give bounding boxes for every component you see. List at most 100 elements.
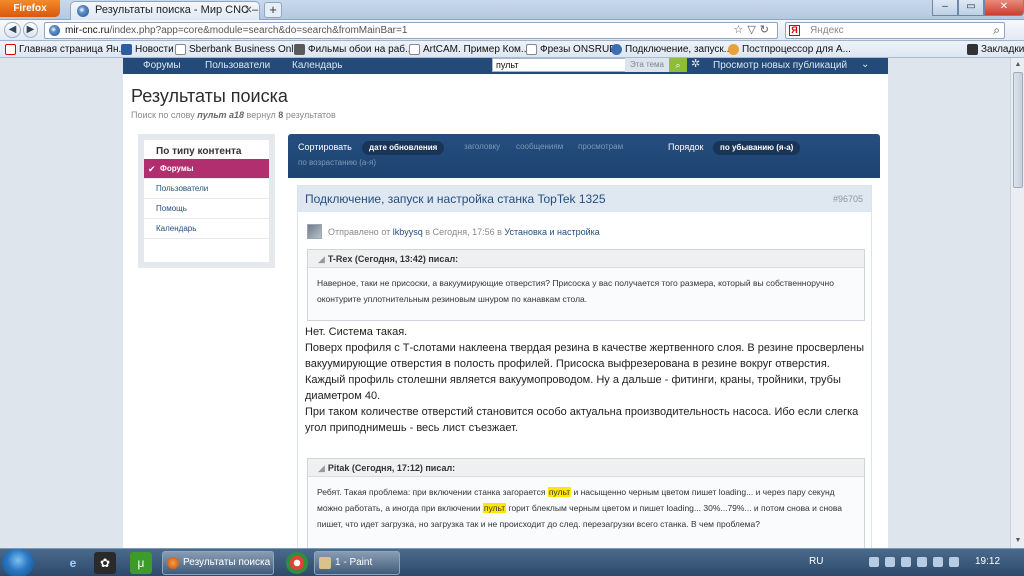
search-highlight: пульт bbox=[547, 487, 572, 497]
site-favicon-icon bbox=[611, 44, 622, 55]
volume-icon[interactable] bbox=[933, 557, 943, 567]
forward-button[interactable]: ▶ bbox=[23, 22, 38, 38]
tray-icon[interactable] bbox=[869, 557, 879, 567]
search-scope-selector[interactable]: Эта тема bbox=[625, 58, 669, 72]
bookmark-item[interactable]: ArtCAM. Пример Ком... bbox=[408, 43, 529, 56]
tray-icon[interactable] bbox=[949, 557, 959, 567]
chrome-icon[interactable] bbox=[286, 552, 308, 574]
address-bar[interactable]: mir-cnc.ru/index.php?app=core&module=sea… bbox=[44, 22, 778, 39]
taskbar-task-paint[interactable]: 1 - Paint bbox=[314, 551, 400, 575]
address-bar-icons: ☆▽↻ bbox=[733, 23, 773, 38]
tray-icon[interactable] bbox=[901, 557, 911, 567]
view-new-posts-link[interactable]: Просмотр новых публикаций bbox=[713, 59, 847, 72]
nav-calendar[interactable]: Календарь bbox=[292, 59, 342, 72]
close-window-button[interactable]: ✕ bbox=[984, 0, 1024, 16]
author-link[interactable]: lkbyysq bbox=[393, 227, 423, 237]
paint-icon bbox=[319, 557, 331, 569]
ie-icon[interactable]: e bbox=[62, 552, 84, 574]
order-desc-button[interactable]: по убыванию (я-а) bbox=[713, 141, 801, 155]
back-button[interactable]: ◀ bbox=[4, 22, 21, 38]
bookmark-item[interactable]: Главная страница Ян... bbox=[4, 43, 127, 56]
windows-taskbar: e ✿ μ Результаты поиска ... 1 - Paint RU… bbox=[0, 548, 1024, 576]
quote-block: ◢ T-Rex (Сегодня, 13:42) писал: Наверное,… bbox=[307, 249, 865, 321]
sort-by-views-link[interactable]: просмотрам bbox=[578, 142, 623, 151]
new-tab-button[interactable]: + bbox=[264, 2, 282, 18]
search-query: пульт а18 bbox=[197, 110, 245, 120]
tool-icon bbox=[728, 44, 739, 55]
site-navigation: Форумы Пользователи Календарь пульт Эта … bbox=[123, 58, 888, 74]
bookmark-item[interactable]: Фильмы обои на раб... bbox=[293, 43, 413, 56]
reload-icon[interactable]: ↻ bbox=[760, 24, 773, 36]
dropdown-icon[interactable]: ▽ bbox=[747, 24, 759, 36]
bookmark-star-icon[interactable]: ☆ bbox=[733, 24, 747, 36]
chevron-down-icon[interactable]: ⌄ bbox=[861, 58, 869, 71]
filter-heading: По типу контента bbox=[156, 146, 242, 157]
bookmark-item[interactable]: Подключение, запуск... bbox=[610, 43, 732, 56]
tab-title: Результаты поиска - Мир CNC – фору... bbox=[95, 4, 259, 16]
sort-by-posts-link[interactable]: сообщениям bbox=[516, 142, 563, 151]
search-icon[interactable]: ⌕ bbox=[993, 23, 1000, 38]
result-id-link[interactable]: #96705 bbox=[833, 194, 863, 204]
scrollbar-thumb[interactable] bbox=[1013, 72, 1023, 188]
sort-by-date-button[interactable]: дате обновления bbox=[362, 141, 445, 155]
page-icon bbox=[526, 44, 537, 55]
filter-item-users[interactable]: Пользователи bbox=[144, 179, 269, 199]
tab-close-icon[interactable]: ✕ bbox=[243, 5, 254, 16]
bookmark-item[interactable]: Фрезы ONSRUD bbox=[525, 43, 616, 56]
bookmark-item[interactable]: Новости bbox=[120, 43, 174, 56]
nav-users[interactable]: Пользователи bbox=[205, 59, 270, 72]
post-paragraph: Поверх профиля с Т-слотами наклеена твер… bbox=[305, 342, 865, 370]
tray-icon[interactable] bbox=[885, 557, 895, 567]
yandex-icon bbox=[5, 44, 16, 55]
page-icon bbox=[175, 44, 186, 55]
result-title-link[interactable]: Подключение, запуск и настройка станка T… bbox=[305, 192, 606, 206]
quote-block: ◢ Pitak (Сегодня, 17:12) писал: Ребят. Та… bbox=[307, 458, 865, 548]
language-indicator[interactable]: RU bbox=[809, 556, 823, 567]
page-icon bbox=[409, 44, 420, 55]
taskbar-task-firefox[interactable]: Результаты поиска ... bbox=[162, 551, 274, 575]
avatar[interactable] bbox=[307, 224, 322, 239]
post-meta: Отправлено от lkbyysq в Сегодня, 17:56 в… bbox=[328, 227, 600, 237]
minimize-button[interactable]: – bbox=[932, 0, 958, 16]
quote-text: Наверное, таки не присоски, а вакуумирую… bbox=[317, 278, 834, 304]
post-body: Нет. Система такая. Поверх профиля с Т-с… bbox=[305, 324, 865, 436]
order-label: Порядок bbox=[668, 142, 704, 152]
vertical-scrollbar[interactable]: ▲ ▼ bbox=[1010, 58, 1024, 548]
page-viewport: Форумы Пользователи Календарь пульт Эта … bbox=[0, 58, 1010, 548]
filter-item-forums[interactable]: ✔ Форумы bbox=[144, 159, 269, 179]
clock[interactable]: 19:12 bbox=[975, 556, 1000, 567]
start-button[interactable] bbox=[2, 549, 34, 576]
bookmark-item[interactable]: Постпроцессор для А... bbox=[727, 43, 851, 56]
sort-bar: Сортировать дате обновления заголовку со… bbox=[288, 134, 880, 178]
scroll-up-icon[interactable]: ▲ bbox=[1013, 60, 1023, 70]
firefox-icon bbox=[167, 557, 179, 569]
bookmarks-icon bbox=[967, 44, 978, 55]
maximize-button[interactable]: ▭ bbox=[958, 0, 984, 16]
site-search-input[interactable]: пульт bbox=[492, 58, 626, 72]
search-box[interactable]: Я Яндекс ⌕ bbox=[785, 22, 1005, 39]
post-paragraph: Нет. Система такая. bbox=[305, 326, 408, 338]
quote-icon: ◢ bbox=[318, 254, 325, 264]
torrent-icon[interactable]: μ bbox=[130, 552, 152, 574]
media-app-icon[interactable]: ✿ bbox=[94, 552, 116, 574]
forum-link[interactable]: Установка и настройка bbox=[504, 227, 599, 237]
gear-icon[interactable]: ✲ bbox=[691, 58, 700, 71]
post-paragraph: Каждый профиль столешни является вакуумо… bbox=[305, 374, 841, 402]
nav-forums[interactable]: Форумы bbox=[143, 59, 181, 72]
bookmark-item[interactable]: Sberbank Business Onl... bbox=[174, 43, 302, 56]
browser-tab[interactable]: Результаты поиска - Мир CNC – фору... ✕ bbox=[70, 1, 260, 20]
filter-item-help[interactable]: Помощь bbox=[144, 199, 269, 219]
search-result: Подключение, запуск и настройка станка T… bbox=[297, 185, 872, 548]
result-header: Подключение, запуск и настройка станка T… bbox=[298, 186, 871, 212]
firefox-menu-button[interactable]: Firefox bbox=[0, 0, 60, 17]
order-asc-link[interactable]: по возрастанию (а-я) bbox=[298, 158, 376, 167]
quote-header: ◢ T-Rex (Сегодня, 13:42) писал: bbox=[308, 250, 864, 268]
sort-by-title-link[interactable]: заголовку bbox=[464, 142, 500, 151]
page-container: Форумы Пользователи Календарь пульт Эта … bbox=[123, 58, 888, 548]
scroll-down-icon[interactable]: ▼ bbox=[1013, 536, 1023, 546]
network-icon[interactable] bbox=[917, 557, 927, 567]
filter-item-calendar[interactable]: Календарь bbox=[144, 219, 269, 239]
bookmarks-menu[interactable]: Закладки bbox=[966, 43, 1024, 56]
film-icon bbox=[294, 44, 305, 55]
search-go-button[interactable]: ⌕ bbox=[669, 58, 687, 72]
